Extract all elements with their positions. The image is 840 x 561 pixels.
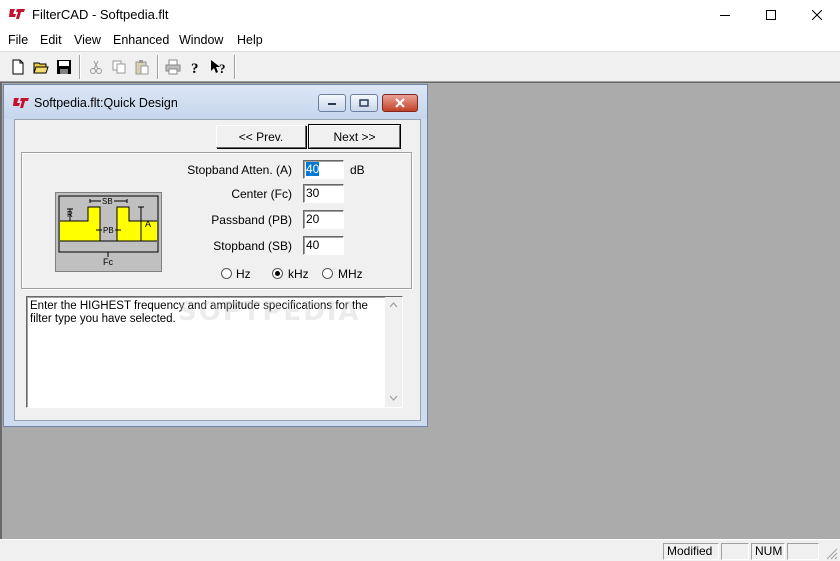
status-modified: Modified [663,543,719,560]
cut-icon [90,60,102,74]
quick-design-window: Softpedia.flt:Quick Design << Prev. Next… [3,84,428,427]
close-icon [812,10,822,20]
save-button[interactable] [53,56,75,78]
context-help-button[interactable]: ? [208,56,230,78]
passband-label: Passband (PB) [211,213,292,227]
save-disk-icon [57,60,71,74]
prev-button[interactable]: << Prev. [216,125,306,148]
menu-bar: File Edit View Enhanced Window Help [0,30,840,51]
hz-radio[interactable] [221,268,232,279]
mhz-label: MHz [338,267,363,281]
close-button[interactable] [794,0,840,30]
child-title: Softpedia.flt:Quick Design [34,96,178,110]
stopband-atten-unit: dB [350,163,365,177]
toolbar-separator [157,55,159,79]
app-title: FilterCAD - Softpedia.flt [32,7,169,22]
status-num: NUM [751,543,785,560]
lt-logo-icon [13,98,29,108]
specification-group: SB PB R A Fc Stopband Atten. (A) 40 dB C… [21,152,412,289]
help-button[interactable]: ? [185,56,207,78]
diagram-sb-label: SB [101,197,114,206]
toolbar: ? ? [0,51,840,82]
menu-edit[interactable]: Edit [40,33,62,47]
toolbar-separator [234,55,236,79]
stopband-input[interactable]: 40 [303,236,344,255]
status-empty-pane [721,543,749,560]
scroll-arrows-icon [389,302,398,401]
menu-help[interactable]: Help [237,33,263,47]
paste-button[interactable] [131,56,153,78]
minimize-icon [720,15,730,16]
khz-radio[interactable] [272,268,283,279]
child-minimize-button[interactable] [318,94,346,112]
toolbar-separator [79,55,81,79]
minimize-button[interactable] [702,0,748,30]
center-label: Center (Fc) [231,187,292,201]
stopband-atten-label: Stopband Atten. (A) [187,163,292,177]
softpedia-watermark: SOFTPEDIA [178,297,361,327]
description-scrollbar[interactable] [385,297,402,407]
close-icon [395,98,405,108]
diagram-pb-label: PB [102,226,115,235]
maximize-button[interactable] [748,0,794,30]
menu-enhanced[interactable]: Enhanced [113,33,169,47]
lt-logo-icon [9,9,25,19]
maximize-icon [766,10,776,20]
context-help-icon: ? [211,60,226,75]
child-close-button[interactable] [382,94,418,112]
stopband-label: Stopband (SB) [213,239,292,253]
copy-icon [112,60,126,74]
diagram-fc-label: Fc [103,257,113,267]
quick-design-panel: << Prev. Next >> SB PB R A Fc Stopband A… [14,119,421,421]
passband-input[interactable]: 20 [303,210,344,229]
child-title-bar[interactable]: Softpedia.flt:Quick Design [4,85,427,119]
menu-view[interactable]: View [74,33,101,47]
title-bar: FilterCAD - Softpedia.flt [0,0,840,30]
status-bar: Modified NUM [0,539,840,561]
child-restore-button[interactable] [350,94,378,112]
diagram-a-label: A [145,219,152,229]
hz-label: Hz [236,267,251,281]
help-icon: ? [191,61,199,75]
stopband-atten-input[interactable]: 40 [303,160,344,179]
new-file-icon [12,59,24,75]
svg-text:?: ? [191,61,199,75]
status-empty-pane [787,543,819,560]
center-input[interactable]: 30 [303,184,344,203]
paste-icon [135,60,149,75]
svg-text:?: ? [219,61,226,75]
print-icon [165,59,181,75]
filter-diagram: SB PB R A Fc [55,192,162,272]
copy-button[interactable] [108,56,130,78]
print-button[interactable] [162,56,184,78]
minimize-icon [328,103,336,105]
restore-icon [359,99,369,107]
khz-label: kHz [288,267,309,281]
mhz-radio[interactable] [322,268,333,279]
menu-window[interactable]: Window [179,33,223,47]
diagram-r-label: R [67,210,73,219]
resize-grip-icon[interactable] [824,546,838,560]
menu-file[interactable]: File [8,33,28,47]
open-file-button[interactable] [30,56,52,78]
new-file-button[interactable] [7,56,29,78]
open-folder-icon [33,62,49,74]
next-button[interactable]: Next >> [308,124,401,149]
cut-button[interactable] [85,56,107,78]
